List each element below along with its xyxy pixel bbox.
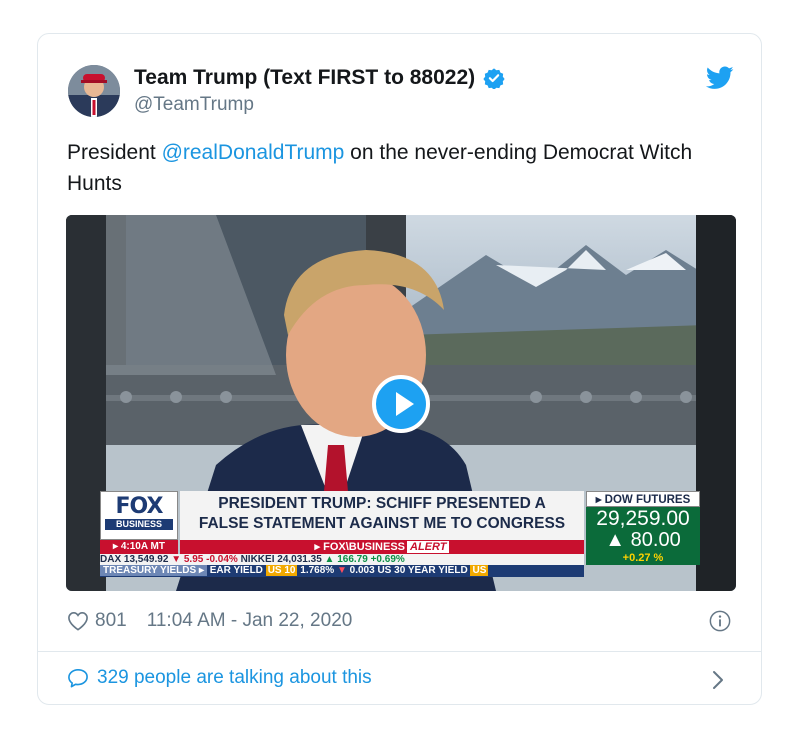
business-alert-bar: ▸ FOX\BUSINESS ALERT [180,540,584,554]
author-name-row[interactable]: Team Trump (Text FIRST to 88022) [134,66,505,90]
video-player[interactable]: FOX BUSINESS ▸ 4:10A MT PRESIDENT TRUMP:… [66,215,736,591]
nikkei-change: ▲ 166.79 [324,554,368,565]
play-icon[interactable] [372,375,430,433]
speech-bubble-icon [68,669,88,688]
chyron-headline-line1: PRESIDENT TRUMP: SCHIFF PRESENTED A [218,495,546,512]
dax-label: DAX [100,554,122,565]
fox-business-logo: FOX BUSINESS [100,491,178,540]
chyron-time: ▸ 4:10A MT [100,540,178,554]
treasury-text1: EAR YIELD [206,565,266,576]
treasury-tag: TREASURY YIELDS ▸ [100,565,207,576]
nikkei-percent: +0.69% [370,554,405,565]
market-ticker: DAX 13,549.92 ▼ 5.95 -0.04% NIKKEI 24,03… [100,554,584,565]
tweet-text: President @realDonaldTrump on the never-… [67,137,727,199]
treasury-highlight2: US [470,565,489,576]
fox-logo-text: FOX [115,494,164,519]
dow-futures-change: ▲ 80.00 [586,529,700,551]
nikkei-value: 24,031.35 [277,554,322,565]
verified-badge-icon [483,68,505,89]
chyron-headline-line2: FALSE STATEMENT AGAINST ME TO CONGRESS [198,515,566,532]
nikkei-label: NIKKEI [240,554,275,565]
info-icon[interactable] [709,610,731,632]
conversation-link[interactable]: 329 people are talking about this [67,667,372,689]
news-chyron: FOX BUSINESS ▸ 4:10A MT PRESIDENT TRUMP:… [100,491,700,579]
mention-link[interactable]: @realDonaldTrump [162,141,345,164]
conversation-text[interactable]: 329 people are talking about this [97,667,372,689]
twitter-bird-icon[interactable] [706,66,734,90]
chevron-right-icon[interactable] [711,669,725,691]
avatar[interactable] [68,65,120,117]
fox-logo-subtext: BUSINESS [105,519,173,530]
like-count[interactable]: 801 [95,610,127,632]
alert-prefix: ▸ FOX\BUSINESS [314,541,405,553]
author-handle[interactable]: @TeamTrump [134,94,254,116]
treasury-text2: 1.768% [297,565,337,576]
treasury-ticker: TREASURY YIELDS ▸ EAR YIELD US 10 1.768%… [100,565,584,577]
treasury-highlight1: US 10 [265,565,298,576]
tweet-timestamp[interactable]: 11:04 AM - Jan 22, 2020 [147,610,353,632]
alert-word: ALERT [407,541,450,553]
dax-value: 13,549.92 [123,554,169,565]
divider [38,651,761,652]
author-display-name[interactable]: Team Trump (Text FIRST to 88022) [134,66,475,90]
dax-change: ▼ 5.95 [171,554,204,565]
tweet-embed-card: Team Trump (Text FIRST to 88022) @TeamTr… [37,33,762,705]
tweet-footer: 801 11:04 AM - Jan 22, 2020 [67,610,352,632]
dow-futures-title: ▸ DOW FUTURES [586,491,700,507]
heart-icon[interactable] [67,611,89,631]
treasury-change: ▼ [336,565,347,576]
dow-futures-percent: +0.27 % [586,551,700,565]
treasury-text3: 0.003 US 30 YEAR YIELD [346,565,471,576]
chyron-headline: PRESIDENT TRUMP: SCHIFF PRESENTED A FALS… [180,491,584,540]
tweet-text-prefix: President [67,141,162,164]
dax-percent: -0.04% [206,554,238,565]
